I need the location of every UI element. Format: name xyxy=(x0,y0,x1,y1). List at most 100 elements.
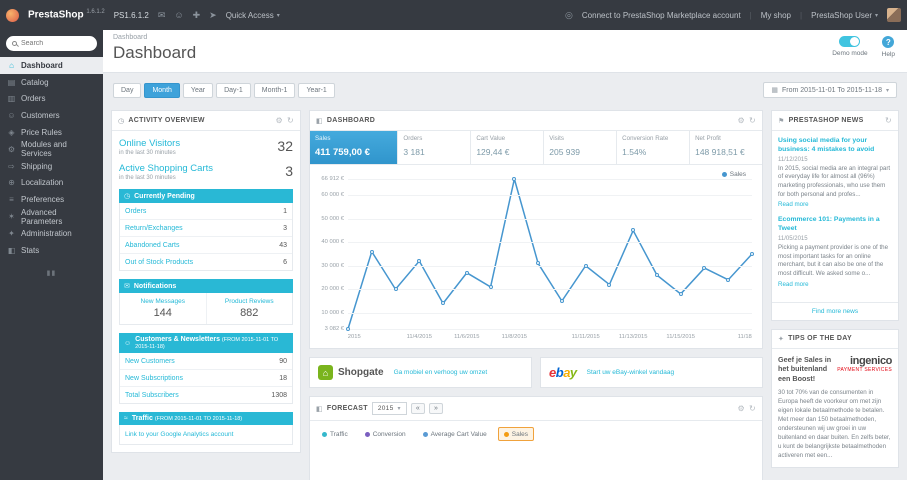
sidebar-item[interactable]: ⇨ Shipping xyxy=(0,158,103,175)
data-point[interactable] xyxy=(346,327,350,331)
data-point[interactable] xyxy=(393,287,398,292)
row-label[interactable]: Return/Exchanges xyxy=(125,225,183,232)
messages-icon[interactable]: ✉ xyxy=(158,10,166,21)
data-point[interactable] xyxy=(726,277,731,282)
sidebar: ⌂ Dashboard ▤ Catalog ▥ Orders ☺ Custome… xyxy=(0,30,103,480)
range-button[interactable]: Year xyxy=(182,82,214,98)
data-point[interactable] xyxy=(559,298,564,303)
user-menu[interactable]: PrestaShop User ▾ xyxy=(811,11,878,20)
activity-panel-title: ACTIVITY OVERVIEW xyxy=(128,117,205,124)
sidebar-item[interactable]: ◈ Price Rules xyxy=(0,124,103,141)
online-visitors-label[interactable]: Online Visitors xyxy=(119,138,180,149)
active-carts-stat: Active Shopping Carts in the last 30 min… xyxy=(119,163,293,181)
range-button[interactable]: Month xyxy=(144,82,180,98)
refresh-icon[interactable]: ↻ xyxy=(885,116,892,125)
sidebar-item[interactable]: ⚙ Modules and Services xyxy=(0,140,103,158)
marketplace-link[interactable]: Connect to PrestaShop Marketplace accoun… xyxy=(582,11,741,20)
data-point[interactable] xyxy=(536,261,541,266)
add-quick-icon[interactable]: ✚ xyxy=(193,10,201,21)
prev-year-button[interactable]: « xyxy=(410,403,426,414)
sidebar-item[interactable]: ☺ Customers xyxy=(0,107,103,124)
read-more-link[interactable]: Read more xyxy=(778,281,809,288)
notification-cell[interactable]: Product Reviews 882 xyxy=(205,293,293,324)
row-label[interactable]: Abandoned Carts xyxy=(125,242,179,249)
data-point[interactable] xyxy=(369,249,374,254)
sidebar-item[interactable]: ⊕ Localization xyxy=(0,175,103,192)
chevron-down-icon: ▾ xyxy=(874,12,878,19)
range-button[interactable]: Day-1 xyxy=(216,82,251,98)
kpi-tile[interactable]: Conversion Rate 1.54% xyxy=(617,131,691,164)
data-point[interactable] xyxy=(583,263,588,268)
refresh-icon[interactable]: ↻ xyxy=(749,404,756,413)
sidebar-item[interactable]: ⌂ Dashboard xyxy=(0,57,103,74)
quick-access-menu[interactable]: Quick Access ▾ xyxy=(226,11,280,20)
data-point[interactable] xyxy=(631,228,636,233)
help-icon[interactable]: ? xyxy=(882,36,895,48)
google-analytics-link[interactable]: Link to your Google Analytics account xyxy=(119,425,293,445)
search-input[interactable] xyxy=(21,40,81,47)
refresh-icon[interactable]: ↻ xyxy=(749,116,756,125)
next-year-button[interactable]: » xyxy=(429,403,444,414)
sidebar-item[interactable]: ◧ Stats xyxy=(0,242,103,259)
data-point[interactable] xyxy=(417,259,422,264)
read-more-link[interactable]: Read more xyxy=(778,201,809,208)
demo-mode-toggle[interactable]: Demo mode xyxy=(832,36,868,58)
article-headline[interactable]: Ecommerce 101: Payments in a Tweet xyxy=(778,216,892,234)
sidebar-item[interactable]: ✦ Administration xyxy=(0,225,103,242)
forecast-year-select[interactable]: 2015 ▾ xyxy=(371,402,407,415)
kpi-tile[interactable]: Net Profit 148 918,51 € xyxy=(690,131,762,164)
data-point[interactable] xyxy=(607,282,612,287)
gear-icon[interactable]: ⚙ xyxy=(738,404,745,413)
data-point[interactable] xyxy=(512,177,517,181)
data-point[interactable] xyxy=(654,273,659,278)
kpi-tile[interactable]: Cart Value 129,44 € xyxy=(471,131,545,164)
range-button[interactable]: Day xyxy=(113,82,142,98)
row-label[interactable]: New Customers xyxy=(125,358,175,365)
data-point[interactable] xyxy=(702,266,707,271)
refresh-icon[interactable]: ↻ xyxy=(287,116,294,125)
active-carts-label[interactable]: Active Shopping Carts xyxy=(119,163,213,174)
date-range-picker[interactable]: ▦ From 2015-11-01 To 2015-11-18 ▾ xyxy=(763,82,897,98)
row-label[interactable]: New Subscriptions xyxy=(125,375,183,382)
collapse-menu-icon[interactable]: ▮▮ xyxy=(0,269,103,277)
data-point[interactable] xyxy=(464,270,469,275)
range-button[interactable]: Year-1 xyxy=(298,82,335,98)
kpi-tile[interactable]: Orders 3 181 xyxy=(398,131,472,164)
shopgate-link[interactable]: Ga mobiel en verhoog uw omzet xyxy=(394,369,488,376)
range-button[interactable]: Month-1 xyxy=(253,82,296,98)
launch-icon[interactable]: ➤ xyxy=(209,10,217,21)
sidebar-item[interactable]: ✶ Advanced Parameters xyxy=(0,208,103,226)
ebay-link[interactable]: Start uw eBay-winkel vandaag xyxy=(587,369,674,376)
toggle-on-icon[interactable] xyxy=(839,36,861,47)
data-point[interactable] xyxy=(750,251,754,256)
chart-legend[interactable]: Sales xyxy=(721,171,746,178)
ebay-module[interactable]: ebay Start uw eBay-winkel vandaag xyxy=(540,357,763,388)
gear-icon[interactable]: ⚙ xyxy=(738,116,745,125)
forecast-legend-item[interactable]: Average Cart Value xyxy=(417,427,493,441)
sidebar-item[interactable]: ▤ Catalog xyxy=(0,74,103,91)
my-shop-link[interactable]: My shop xyxy=(761,11,791,20)
gear-icon[interactable]: ⚙ xyxy=(276,116,283,125)
forecast-legend-item[interactable]: Sales xyxy=(497,427,534,441)
notification-cell[interactable]: New Messages 144 xyxy=(120,293,206,324)
sidebar-search[interactable] xyxy=(6,36,97,51)
user-avatar[interactable] xyxy=(887,8,901,22)
customers-quick-icon[interactable]: ☺ xyxy=(174,10,183,20)
row-label[interactable]: Total Subscribers xyxy=(125,392,179,399)
sidebar-item[interactable]: ≡ Preferences xyxy=(0,191,103,208)
kpi-tile[interactable]: Sales 411 759,00 € xyxy=(310,131,399,164)
data-point[interactable] xyxy=(678,291,683,296)
breadcrumb[interactable]: Dashboard xyxy=(113,34,897,41)
row-label[interactable]: Out of Stock Products xyxy=(125,259,193,266)
row-label[interactable]: Orders xyxy=(125,208,146,215)
forecast-legend-item[interactable]: Traffic xyxy=(316,427,354,441)
data-point[interactable] xyxy=(488,284,493,289)
kpi-tile[interactable]: Visits 205 939 xyxy=(544,131,618,164)
help-button[interactable]: ? Help xyxy=(882,36,895,58)
article-headline[interactable]: Using social media for your business: 4 … xyxy=(778,137,892,155)
data-point[interactable] xyxy=(441,301,446,306)
find-more-news-link[interactable]: Find more news xyxy=(772,301,898,320)
forecast-legend-item[interactable]: Conversion xyxy=(359,427,412,441)
shopgate-module[interactable]: ⌂ Shopgate Ga mobiel en verhoog uw omzet xyxy=(309,357,532,388)
sidebar-item[interactable]: ▥ Orders xyxy=(0,91,103,108)
